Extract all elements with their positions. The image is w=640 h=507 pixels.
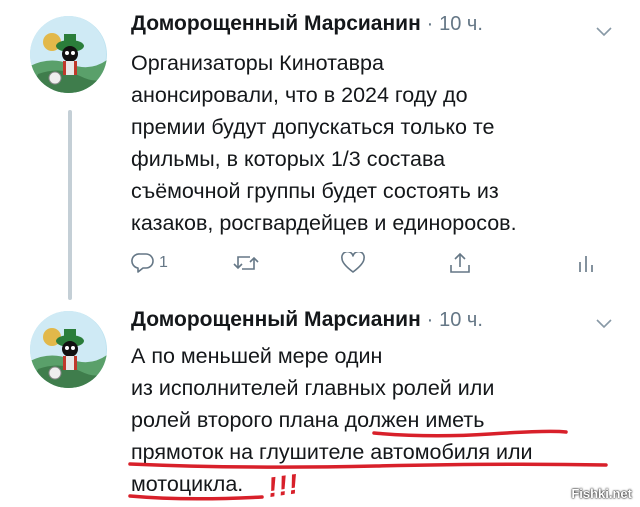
tweet-text-line: казаков, росгвардейцев и единоросов. xyxy=(131,211,517,235)
analytics-button[interactable] xyxy=(578,248,594,278)
tweet-text-line: съёмочной группы будет состоять из xyxy=(131,179,499,203)
avatar[interactable] xyxy=(30,311,107,388)
tweet-text-line: ролей второго плана должен иметь xyxy=(131,408,485,432)
timestamp[interactable]: 10 ч. xyxy=(439,309,483,331)
exclamation-annotation: !!! xyxy=(265,467,301,504)
tweet-text-line: мотоцикла. xyxy=(131,472,244,496)
share-button[interactable] xyxy=(449,248,471,278)
chevron-down-icon[interactable] xyxy=(596,24,612,37)
watermark: Fishki.net xyxy=(571,486,632,501)
retweet-button[interactable] xyxy=(233,248,259,278)
heart-icon xyxy=(341,252,365,273)
chevron-down-icon[interactable] xyxy=(596,316,612,329)
tweet-text-line: прямоток на глушителе автомобиля или xyxy=(131,440,533,464)
tweet-actions: 1 xyxy=(131,248,611,278)
tweet-text-line: Организаторы Кинотавра xyxy=(131,51,384,75)
like-button[interactable] xyxy=(341,248,365,278)
reply-button[interactable]: 1 xyxy=(131,248,168,278)
marvin-the-martian-avatar-icon xyxy=(30,16,107,93)
retweet-icon xyxy=(233,256,259,270)
tweet-text-line: фильмы, в которых 1/3 состава xyxy=(131,147,446,171)
tweet[interactable]: Доморощенный Марсианин · 10 ч. А по мень… xyxy=(0,300,640,507)
tweet-header: Доморощенный Марсианин · 10 ч. xyxy=(131,12,483,42)
reply-count: 1 xyxy=(159,254,168,271)
author-name[interactable]: Доморощенный Марсианин xyxy=(131,12,421,35)
author-name[interactable]: Доморощенный Марсианин xyxy=(131,308,421,331)
separator-dot: · xyxy=(426,309,434,331)
tweet[interactable]: Доморощенный Марсианин · 10 ч. Организат… xyxy=(0,0,640,300)
marvin-the-martian-avatar-icon xyxy=(30,311,107,388)
reply-icon xyxy=(131,253,154,273)
separator-dot: · xyxy=(426,13,434,35)
tweet-text-line: премии будут допускаться только те xyxy=(131,115,495,139)
tweet-text-line: А по меньшей мере один xyxy=(131,344,383,368)
tweet-text-line: из исполнителей главных ролей или xyxy=(131,376,495,400)
share-icon xyxy=(450,252,470,273)
timestamp[interactable]: 10 ч. xyxy=(439,13,483,35)
tweet-text-line: анонсировали, что в 2024 году до xyxy=(131,83,468,107)
analytics-icon xyxy=(579,256,593,272)
tweet-header: Доморощенный Марсианин · 10 ч. xyxy=(131,308,483,338)
tweet-text: Организаторы Кинотавра анонсировали, что… xyxy=(131,47,621,239)
tweet-text: А по меньшей мере один из исполнителей г… xyxy=(131,340,621,500)
avatar[interactable] xyxy=(30,16,107,93)
